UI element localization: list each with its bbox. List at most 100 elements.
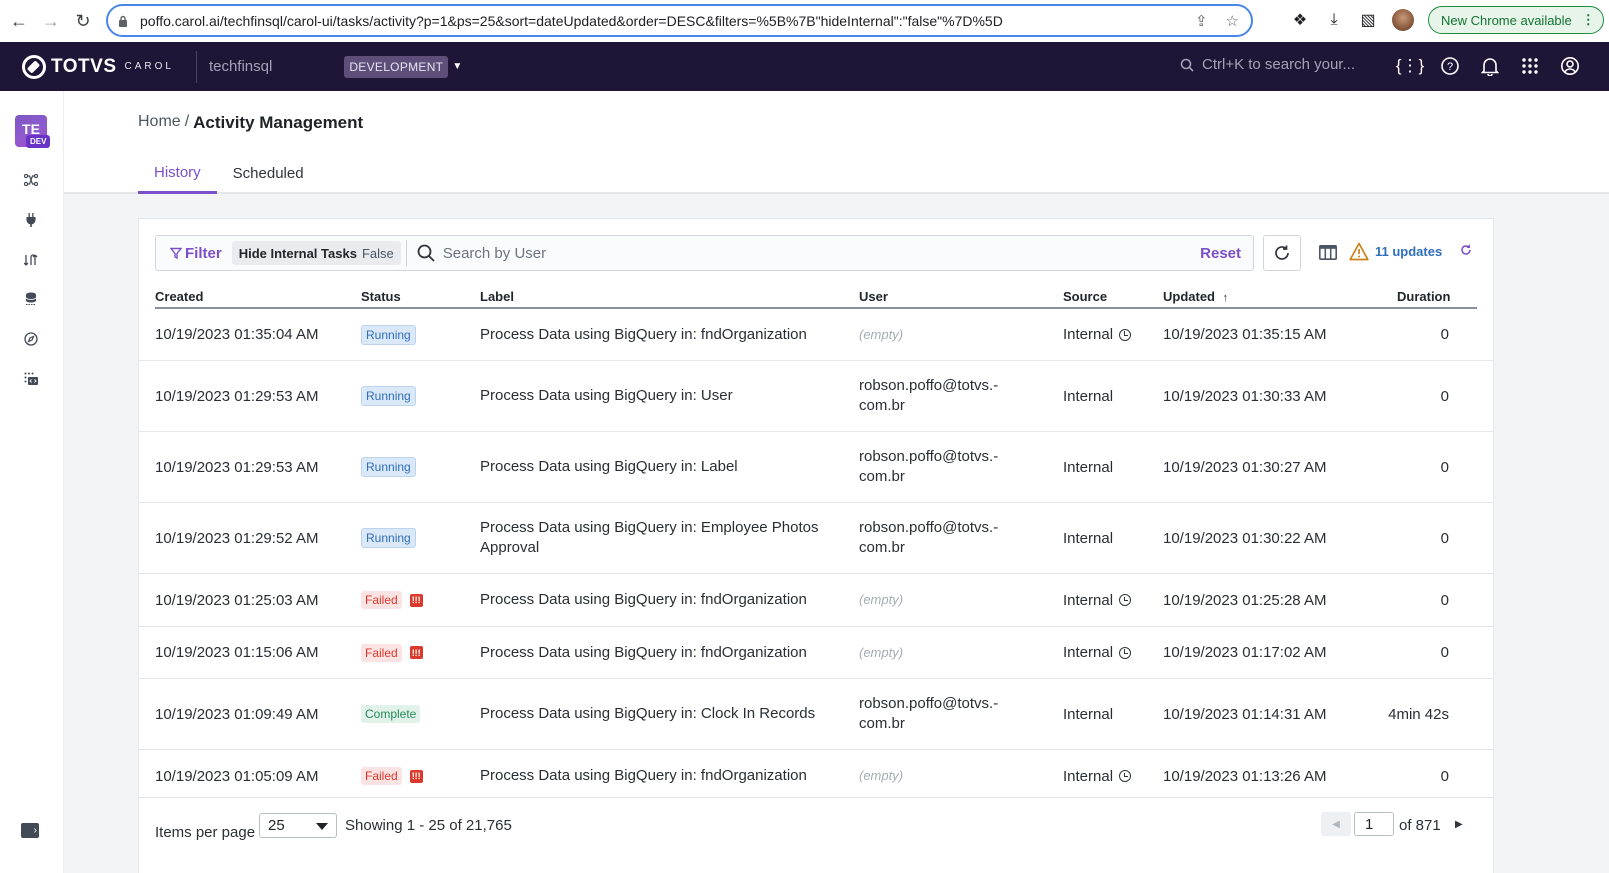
table-row[interactable]: 10/19/2023 01:25:03 AM Failed!!! Process D… — [139, 574, 1493, 627]
main-content: Home / Activity Management History Sched… — [64, 91, 1609, 873]
reload-button[interactable]: ↻ — [70, 8, 96, 34]
global-search[interactable]: Ctrl+K to search your... — [1180, 56, 1355, 73]
table-row[interactable]: 10/19/2023 01:29:53 AM Running Process Dat… — [139, 361, 1493, 432]
search-by-user-input[interactable] — [442, 244, 1201, 262]
created-date: 10/19/2023 01:29:52 AM — [155, 529, 319, 547]
cell-created: 10/19/2023 01:35:04 AM — [155, 309, 318, 360]
back-button[interactable]: ← — [6, 8, 32, 34]
share-icon[interactable]: ⇪ — [1195, 12, 1208, 30]
cell-source: Internal — [1063, 503, 1113, 573]
totvs-logo-icon — [22, 54, 46, 79]
cell-label[interactable]: Process Data using BigQuery in: Label — [480, 432, 820, 502]
clock-icon — [1119, 770, 1132, 782]
tenant-name: techfinsql — [208, 58, 273, 75]
new-chrome-available-button[interactable]: New Chrome available ⋮ — [1428, 6, 1604, 34]
cell-label[interactable]: Process Data using BigQuery in: Clock In… — [480, 679, 820, 749]
error-details-icon[interactable]: !!! — [409, 593, 423, 607]
table-row[interactable]: 10/19/2023 01:29:52 AM Running Process Dat… — [139, 503, 1493, 574]
cell-user: robson.poffo@totvs.-com.br — [859, 432, 1009, 502]
more-vert-icon: ⋮ — [1581, 12, 1595, 27]
next-page-button[interactable]: ▶ — [1455, 815, 1469, 833]
user-account-icon[interactable] — [1558, 52, 1582, 80]
previous-page-button[interactable]: ◀ — [1321, 812, 1351, 836]
url-text[interactable]: poffo.carol.ai/techfinsql/carol-ui/tasks… — [140, 13, 1195, 29]
task-source: Internal — [1063, 705, 1114, 723]
cell-label[interactable]: Process Data using BigQuery in: User — [480, 361, 820, 431]
filter-button[interactable]: Filter — [170, 245, 222, 262]
column-header-created[interactable]: Created — [155, 289, 203, 304]
page-number-input[interactable] — [1354, 812, 1394, 836]
extensions-puzzle-icon[interactable]: ❖ — [1290, 10, 1310, 30]
task-label: Process Data using BigQuery in: fndOrgan… — [480, 767, 807, 784]
column-header-duration[interactable]: Duration — [1397, 289, 1450, 304]
json-braces-icon[interactable]: {⋮} — [1396, 52, 1424, 80]
updated-date: 10/19/2023 01:25:28 AM — [1163, 591, 1327, 609]
profile-avatar[interactable] — [1392, 9, 1414, 31]
task-duration: 0 — [1440, 387, 1449, 405]
column-header-updated[interactable]: Updated ↑ — [1163, 289, 1228, 304]
status-badge: Running — [361, 528, 416, 548]
table-row[interactable]: 10/19/2023 01:09:49 AM Complete Process Da… — [139, 679, 1493, 750]
svg-text:?: ? — [1447, 61, 1453, 73]
status-badge: Complete — [361, 705, 421, 723]
tab-scheduled[interactable]: Scheduled — [217, 153, 320, 194]
cell-label[interactable]: Process Data using BigQuery in: Employee… — [480, 503, 820, 573]
data-flow-icon — [24, 254, 38, 266]
error-details-icon[interactable]: !!! — [409, 769, 423, 783]
refresh-button[interactable] — [1263, 235, 1301, 271]
forward-button[interactable]: → — [38, 8, 64, 34]
total-pages-text: of 871 — [1399, 817, 1441, 834]
task-duration: 4min 42s — [1388, 705, 1449, 723]
bell-icon[interactable] — [1478, 52, 1502, 80]
filter-label: Filter — [185, 244, 222, 262]
apps-grid-icon[interactable] — [1518, 52, 1542, 80]
cell-label[interactable]: Process Data using BigQuery in: fndOrgan… — [480, 574, 820, 626]
cell-status: Complete — [361, 679, 421, 749]
environment-selector[interactable]: DEVELOPMENT ▼ — [344, 55, 462, 78]
filter-chip-hide-internal[interactable]: Hide Internal Tasks False — [231, 241, 401, 265]
sidebar-item-apps[interactable] — [20, 368, 42, 390]
cell-source: Internal — [1063, 432, 1113, 502]
task-user: (empty) — [859, 644, 904, 660]
cell-label[interactable]: Process Data using BigQuery in: fndOrgan… — [480, 750, 820, 802]
sidebar-item-connectors[interactable] — [20, 209, 42, 231]
cell-label[interactable]: Process Data using BigQuery in: fndOrgan… — [480, 627, 820, 678]
refresh-updates-icon[interactable] — [1460, 244, 1472, 259]
totvs-carol-logo[interactable]: TOTVS CAROL — [22, 54, 174, 79]
column-header-status[interactable]: Status — [361, 289, 401, 304]
cell-duration: 0 — [1441, 309, 1449, 360]
table-row[interactable]: 10/19/2023 01:29:53 AM Running Process Dat… — [139, 432, 1493, 503]
sidebar-item-data-flow[interactable] — [20, 249, 42, 271]
cell-source: Internal — [1063, 750, 1132, 802]
sidebar-item-explore[interactable] — [20, 328, 42, 350]
cell-updated: 10/19/2023 01:13:26 AM — [1163, 750, 1326, 802]
status-badge: Running — [361, 324, 416, 345]
tab-history[interactable]: History — [138, 153, 217, 194]
help-icon[interactable]: ? — [1438, 52, 1462, 80]
download-icon[interactable]: ⤓ — [1324, 11, 1344, 29]
columns-config-button[interactable] — [1319, 245, 1337, 260]
sidebar-item-pipelines[interactable] — [20, 169, 42, 191]
table-row[interactable]: 10/19/2023 01:15:06 AM Failed!!! Process D… — [139, 627, 1493, 679]
cell-duration: 0 — [1441, 432, 1449, 502]
updated-date: 10/19/2023 01:17:02 AM — [1163, 644, 1327, 661]
column-header-user[interactable]: User — [859, 289, 888, 304]
table-row[interactable]: 10/19/2023 01:05:09 AM Failed!!! Process D… — [139, 750, 1493, 803]
breadcrumb-home-link[interactable]: Home — [138, 113, 181, 133]
updates-indicator[interactable]: 11 updates — [1349, 242, 1472, 261]
created-date: 10/19/2023 01:25:03 AM — [155, 591, 319, 609]
reset-button[interactable]: Reset — [1200, 245, 1241, 262]
sidebar-item-database[interactable] — [20, 288, 42, 310]
sidebar-expand-button[interactable]: › — [21, 823, 39, 838]
column-header-source[interactable]: Source — [1063, 289, 1107, 304]
table-row[interactable]: 10/19/2023 01:35:04 AM Running Process Dat… — [139, 309, 1493, 361]
cell-label[interactable]: Process Data using BigQuery in: fndOrgan… — [480, 309, 820, 360]
address-bar[interactable]: poffo.carol.ai/techfinsql/carol-ui/tasks… — [106, 4, 1253, 37]
side-panel-icon[interactable]: ▧ — [1358, 10, 1378, 30]
task-duration: 0 — [1440, 326, 1449, 343]
bookmark-star-icon[interactable]: ☆ — [1226, 12, 1239, 30]
error-details-icon[interactable]: !!! — [409, 646, 423, 659]
column-header-label[interactable]: Label — [480, 289, 514, 304]
items-per-page-select[interactable]: 25 — [259, 813, 337, 838]
cell-user: robson.poffo@totvs.-com.br — [859, 679, 1009, 749]
